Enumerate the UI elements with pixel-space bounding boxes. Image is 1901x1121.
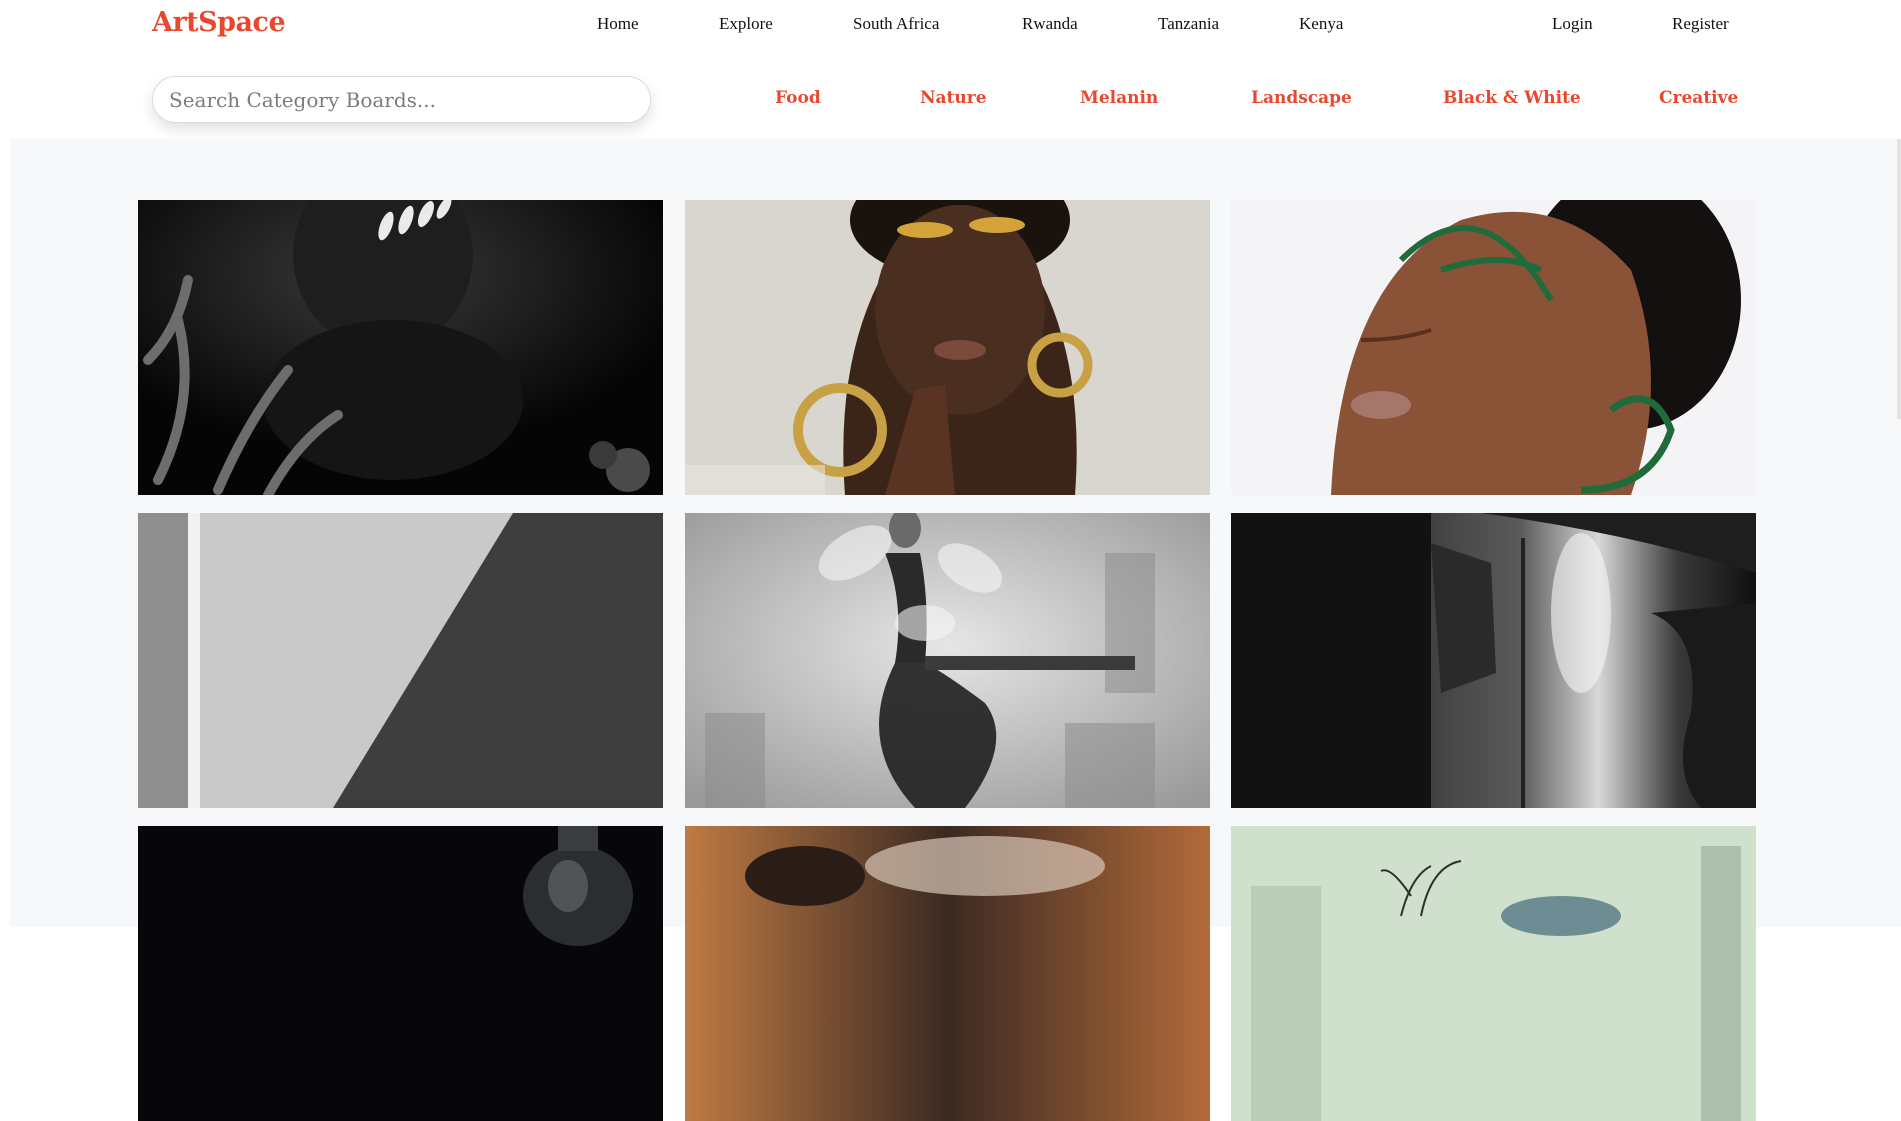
nav-explore-link[interactable]: Explore — [719, 14, 773, 34]
gallery-card-bw-wall-shadow[interactable] — [138, 513, 663, 808]
top-navigation-bar: ArtSpace Home Explore South Africa Rwand… — [0, 0, 1901, 50]
nav-rwanda-link[interactable]: Rwanda — [1022, 14, 1078, 34]
nav-home-link[interactable]: Home — [597, 14, 639, 34]
category-nature-link[interactable]: Nature — [920, 88, 987, 108]
gold-eyeshadow-portrait-image — [685, 200, 1210, 495]
gallery-card-pastel-jars[interactable] — [1231, 826, 1756, 1121]
gallery-card-gold-eyeshadow-portrait[interactable] — [685, 200, 1210, 495]
scrollbar[interactable] — [1897, 139, 1901, 419]
bw-wall-shadow-image — [138, 513, 663, 808]
category-creative-link[interactable]: Creative — [1659, 88, 1738, 108]
gallery-card-bw-doorway[interactable] — [1231, 513, 1756, 808]
login-link[interactable]: Login — [1552, 14, 1593, 34]
category-black-white-link[interactable]: Black & White — [1443, 88, 1581, 108]
gallery-card-green-eyeliner-portrait[interactable] — [1231, 200, 1756, 495]
smoky-fire-image — [685, 826, 1210, 1121]
nav-south-africa-link[interactable]: South Africa — [853, 14, 939, 34]
register-link[interactable]: Register — [1672, 14, 1729, 34]
gallery-card-monochrome-portrait[interactable] — [138, 200, 663, 495]
pastel-jars-image — [1231, 826, 1756, 1121]
category-landscape-link[interactable]: Landscape — [1251, 88, 1352, 108]
category-melanin-link[interactable]: Melanin — [1080, 88, 1158, 108]
dark-still-life-image — [138, 826, 663, 1121]
gallery-card-smoky-fire[interactable] — [685, 826, 1210, 1121]
monochrome-portrait-image — [138, 200, 663, 495]
search-box — [152, 76, 651, 123]
bw-doorway-image — [1231, 513, 1756, 808]
brand-logo[interactable]: ArtSpace — [152, 7, 286, 38]
nav-kenya-link[interactable]: Kenya — [1299, 14, 1343, 34]
nav-tanzania-link[interactable]: Tanzania — [1158, 14, 1219, 34]
gallery-card-bw-dancer[interactable] — [685, 513, 1210, 808]
green-eyeliner-portrait-image — [1231, 200, 1756, 495]
gallery-card-dark-still-life[interactable] — [138, 826, 663, 1121]
bw-dancer-image — [685, 513, 1210, 808]
search-input[interactable] — [153, 77, 650, 122]
category-food-link[interactable]: Food — [775, 88, 821, 108]
